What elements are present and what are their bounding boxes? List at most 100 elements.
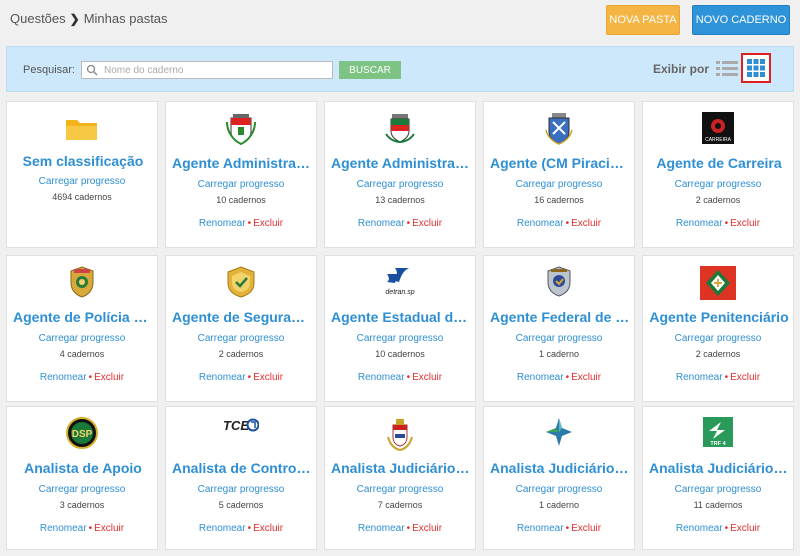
delete-link[interactable]: Excluir <box>94 372 124 383</box>
load-progress-link[interactable]: Carregar progresso <box>484 333 634 344</box>
folder-card[interactable]: Agente (CM Piracicaba) Carregar progresso… <box>483 101 635 248</box>
folder-card[interactable]: Agente Administrativo (Prefeitura) Carreg… <box>165 101 317 248</box>
rename-link[interactable]: Renomear <box>199 372 246 383</box>
load-progress-link[interactable]: Carregar progresso <box>484 179 634 190</box>
sp-municipal-crest-icon <box>166 112 316 146</box>
load-progress-link[interactable]: Carregar progresso <box>643 484 793 495</box>
separator: • <box>88 523 93 534</box>
load-progress-link[interactable]: Carregar progresso <box>484 484 634 495</box>
folder-title[interactable]: Agente de Carreira <box>649 155 789 171</box>
folder-card[interactable]: CARREIRA Agente de Carreira Carregar progr… <box>642 101 794 248</box>
folder-title[interactable]: Agente de Polícia Civil <box>13 309 153 325</box>
separator: • <box>724 218 729 229</box>
folder-card[interactable]: Sem classificação Carregar progresso 4694 … <box>6 101 158 248</box>
new-notebook-button[interactable]: NOVO CADERNO <box>692 5 790 35</box>
delete-link[interactable]: Excluir <box>730 523 760 534</box>
folder-card[interactable]: detran.sp Agente Estadual de Trânsito Carr… <box>324 255 476 402</box>
search-icon <box>86 64 98 76</box>
separator: • <box>406 372 411 383</box>
rename-link[interactable]: Renomear <box>199 218 246 229</box>
rename-link[interactable]: Renomear <box>517 523 564 534</box>
folder-title[interactable]: Analista Judiciário (TJ) <box>331 460 471 476</box>
folder-title[interactable]: Agente Administrativo (Município) <box>331 155 471 171</box>
delete-link[interactable]: Excluir <box>94 523 124 534</box>
dsp-logo-icon: DSP <box>7 417 157 449</box>
delete-link[interactable]: Excluir <box>412 372 442 383</box>
load-progress-link[interactable]: Carregar progresso <box>166 333 316 344</box>
load-progress-link[interactable]: Carregar progresso <box>325 333 475 344</box>
rename-link[interactable]: Renomear <box>199 523 246 534</box>
folder-title[interactable]: Agente de Segurança <box>172 309 312 325</box>
folder-title[interactable]: Analista Judiciário (TRF 4) <box>649 460 789 476</box>
separator: • <box>247 372 252 383</box>
new-folder-button[interactable]: NOVA PASTA <box>606 5 680 35</box>
folder-title[interactable]: Analista de Apoio <box>13 460 153 476</box>
search-field[interactable] <box>81 61 333 79</box>
delete-link[interactable]: Excluir <box>571 218 601 229</box>
folder-title[interactable]: Agente Administrativo (Prefeitura) <box>172 155 312 171</box>
svg-text:CARREIRA: CARREIRA <box>705 137 732 143</box>
rename-link[interactable]: Renomear <box>517 218 564 229</box>
folder-card[interactable]: DSP Analista de Apoio Carregar progresso 3 … <box>6 406 158 550</box>
load-progress-link[interactable]: Carregar progresso <box>7 176 157 187</box>
search-label: Pesquisar: <box>23 64 75 76</box>
folder-card[interactable]: Agente de Polícia Civil Carregar progress… <box>6 255 158 402</box>
folder-title[interactable]: Agente Penitenciário <box>649 309 789 325</box>
piracicaba-crest-icon <box>484 112 634 146</box>
load-progress-link[interactable]: Carregar progresso <box>7 484 157 495</box>
rename-link[interactable]: Renomear <box>676 372 723 383</box>
load-progress-link[interactable]: Carregar progresso <box>166 179 316 190</box>
folder-title[interactable]: Analista de Controle Externo <box>172 460 312 476</box>
folder-card[interactable]: Agente Administrativo (Município) Carrega… <box>324 101 476 248</box>
rename-link[interactable]: Renomear <box>40 523 87 534</box>
rename-link[interactable]: Renomear <box>358 218 405 229</box>
load-progress-link[interactable]: Carregar progresso <box>325 484 475 495</box>
folder-card[interactable]: Agente Penitenciário Carregar progresso 2 … <box>642 255 794 402</box>
card-actions: Renomear • Excluir <box>484 372 634 383</box>
rename-link[interactable]: Renomear <box>676 218 723 229</box>
delete-link[interactable]: Excluir <box>412 218 442 229</box>
folder-title[interactable]: Sem classificação <box>13 153 153 169</box>
folder-title[interactable]: Agente Federal de Execução Penal <box>490 309 630 325</box>
delete-link[interactable]: Excluir <box>253 218 283 229</box>
load-progress-link[interactable]: Carregar progresso <box>643 179 793 190</box>
notebook-count: 1 caderno <box>538 500 580 510</box>
load-progress-link[interactable]: Carregar progresso <box>325 179 475 190</box>
search-input[interactable] <box>104 63 330 77</box>
grid-view-icon <box>747 59 765 77</box>
delete-link[interactable]: Excluir <box>253 523 283 534</box>
rename-link[interactable]: Renomear <box>517 372 564 383</box>
search-button[interactable]: BUSCAR <box>339 61 401 79</box>
folder-card[interactable]: TCE Analista de Controle Externo Carregar … <box>165 406 317 550</box>
separator: • <box>565 523 570 534</box>
rename-link[interactable]: Renomear <box>358 372 405 383</box>
load-progress-link[interactable]: Carregar progresso <box>643 333 793 344</box>
folder-card[interactable]: TRF 4 Analista Judiciário (TRF 4) Carregar… <box>642 406 794 550</box>
rename-link[interactable]: Renomear <box>40 372 87 383</box>
card-actions: Renomear • Excluir <box>484 523 634 534</box>
delete-link[interactable]: Excluir <box>730 218 760 229</box>
folder-card[interactable]: Agente de Segurança Carregar progresso 2 c… <box>165 255 317 402</box>
breadcrumb-root[interactable]: Questões <box>10 11 66 26</box>
list-view-icon[interactable] <box>715 59 739 79</box>
municipal-crest-icon <box>325 112 475 144</box>
delete-link[interactable]: Excluir <box>412 523 442 534</box>
folder-title[interactable]: Agente Estadual de Trânsito <box>331 309 471 325</box>
delete-link[interactable]: Excluir <box>571 372 601 383</box>
load-progress-link[interactable]: Carregar progresso <box>7 333 157 344</box>
delete-link[interactable]: Excluir <box>730 372 760 383</box>
folder-card[interactable]: Analista Judiciário (TRF) Carregar progre… <box>483 406 635 550</box>
rename-link[interactable]: Renomear <box>358 523 405 534</box>
delete-link[interactable]: Excluir <box>571 523 601 534</box>
delete-link[interactable]: Excluir <box>253 372 283 383</box>
folder-title[interactable]: Agente (CM Piracicaba) <box>490 155 630 171</box>
notebook-count: 2 cadernos <box>695 195 741 205</box>
separator: • <box>88 372 93 383</box>
grid-view-button[interactable] <box>741 53 771 83</box>
folder-title[interactable]: Analista Judiciário (TRF) <box>490 460 630 476</box>
folder-card[interactable]: Analista Judiciário (TJ) Carregar progres… <box>324 406 476 550</box>
load-progress-link[interactable]: Carregar progresso <box>166 484 316 495</box>
notebook-count: 3 cadernos <box>59 500 105 510</box>
rename-link[interactable]: Renomear <box>676 523 723 534</box>
folder-card[interactable]: Agente Federal de Execução Penal Carregar… <box>483 255 635 402</box>
